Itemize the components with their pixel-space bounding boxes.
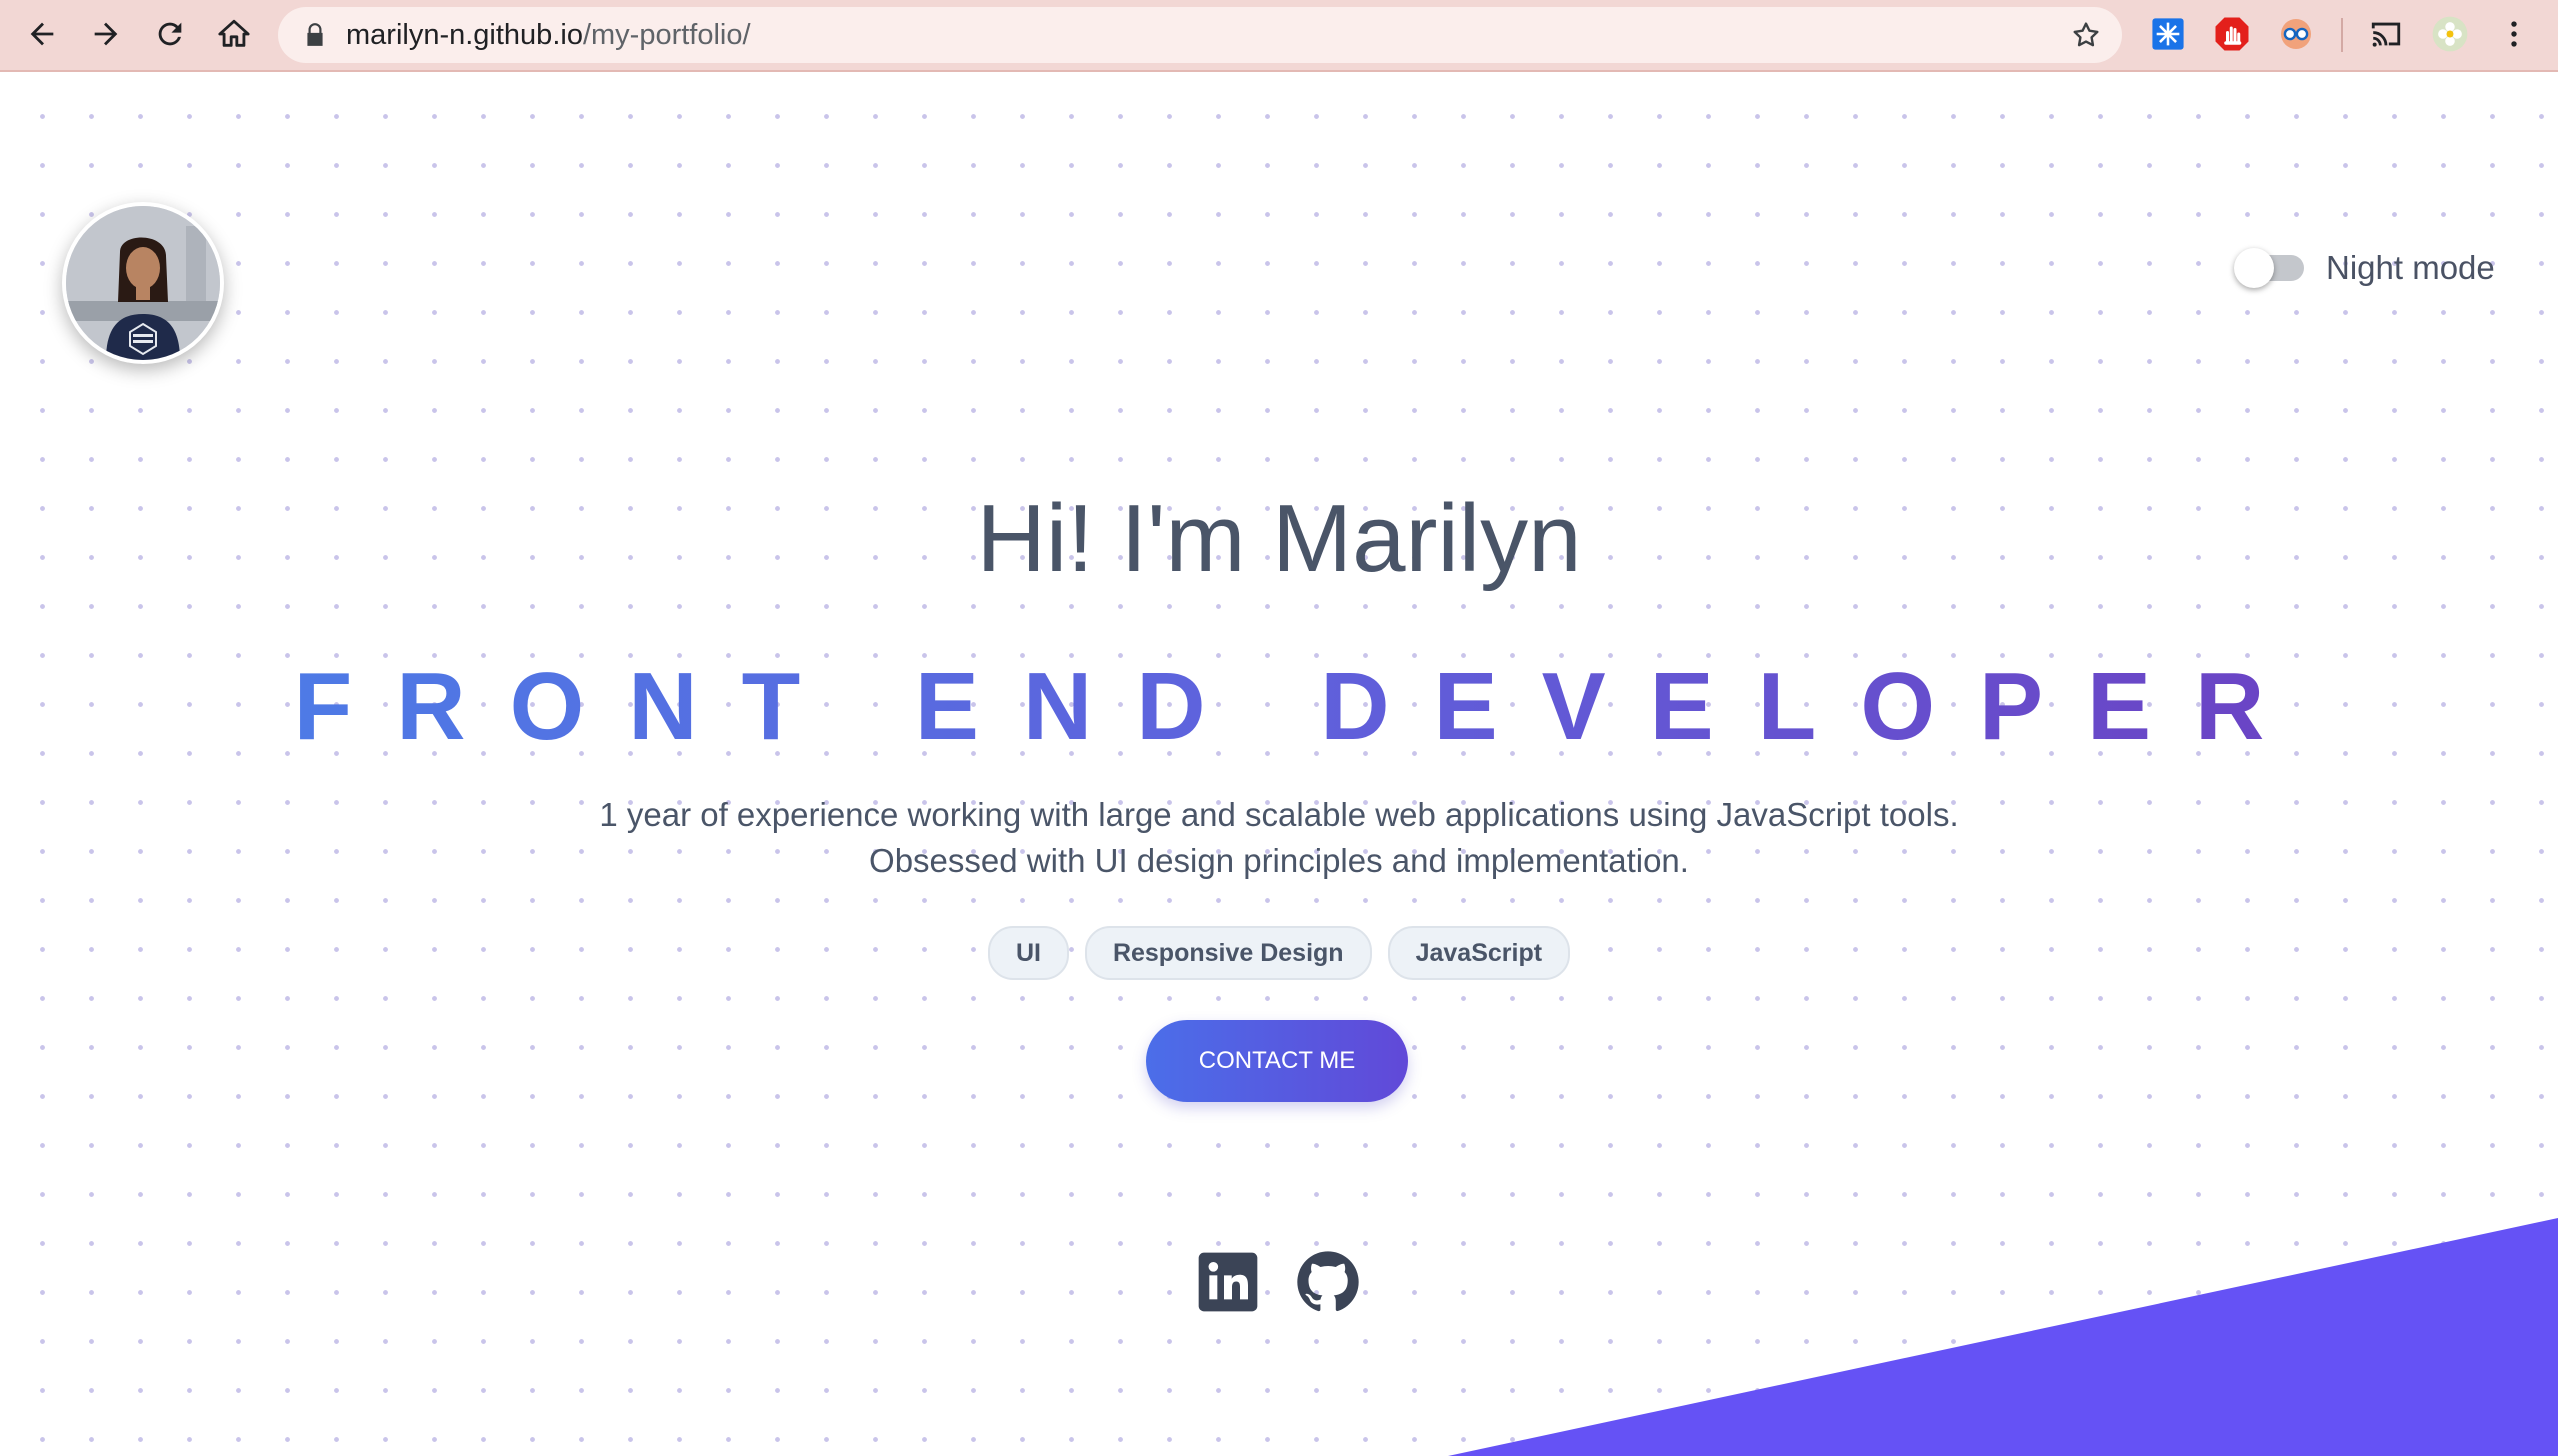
browser-toolbar: marilyn-n.github.io/my-portfolio/ bbox=[0, 0, 2558, 72]
contact-me-button[interactable]: CONTACT ME bbox=[1146, 1020, 1408, 1102]
back-arrow-icon[interactable] bbox=[22, 14, 62, 54]
decorative-wedge bbox=[1448, 1218, 2558, 1456]
bookmark-star-icon[interactable] bbox=[2070, 19, 2102, 51]
forward-arrow-icon[interactable] bbox=[86, 14, 126, 54]
tag-ui: UI bbox=[987, 926, 1069, 980]
reload-icon[interactable] bbox=[150, 14, 190, 54]
toggle-switch[interactable] bbox=[2234, 248, 2304, 288]
role-text: FRONT END DEVELOPER bbox=[250, 653, 2309, 760]
address-bar[interactable]: marilyn-n.github.io/my-portfolio/ bbox=[278, 7, 2122, 63]
description-line-1: 1 year of experience working with large … bbox=[599, 796, 1959, 833]
profile-avatar-icon[interactable] bbox=[2430, 14, 2470, 54]
tag-responsive-design: Responsive Design bbox=[1084, 926, 1372, 980]
extension-glasses-icon[interactable] bbox=[2276, 14, 2316, 54]
linkedin-icon[interactable] bbox=[1196, 1250, 1260, 1314]
github-icon[interactable] bbox=[1296, 1250, 1360, 1314]
home-icon[interactable] bbox=[214, 14, 254, 54]
extension-snowflake-icon[interactable] bbox=[2148, 14, 2188, 54]
menu-kebab-icon[interactable] bbox=[2494, 14, 2534, 54]
description: 1 year of experience working with large … bbox=[0, 792, 2558, 884]
avatar bbox=[62, 202, 224, 364]
greeting-heading: Hi! I'm Marilyn bbox=[976, 485, 1582, 592]
toggle-knob bbox=[2234, 248, 2274, 288]
description-line-2: Obsessed with UI design principles and i… bbox=[869, 842, 1689, 879]
lock-icon[interactable] bbox=[302, 22, 328, 48]
portfolio-page: Night mode Hi! I'm Marilyn FRONT END DEV… bbox=[0, 72, 2558, 1456]
skill-tags: UI Responsive Design JavaScript bbox=[0, 926, 2558, 980]
night-mode-label: Night mode bbox=[2326, 249, 2495, 286]
cast-icon[interactable] bbox=[2366, 14, 2406, 54]
url-text[interactable]: marilyn-n.github.io/my-portfolio/ bbox=[346, 7, 751, 63]
toolbar-divider bbox=[2341, 18, 2343, 52]
role-title: FRONT END DEVELOPER bbox=[0, 652, 2558, 762]
adblock-hand-icon[interactable] bbox=[2212, 14, 2252, 54]
tag-javascript: JavaScript bbox=[1387, 926, 1571, 980]
night-mode-toggle[interactable]: Night mode bbox=[2234, 248, 2495, 288]
